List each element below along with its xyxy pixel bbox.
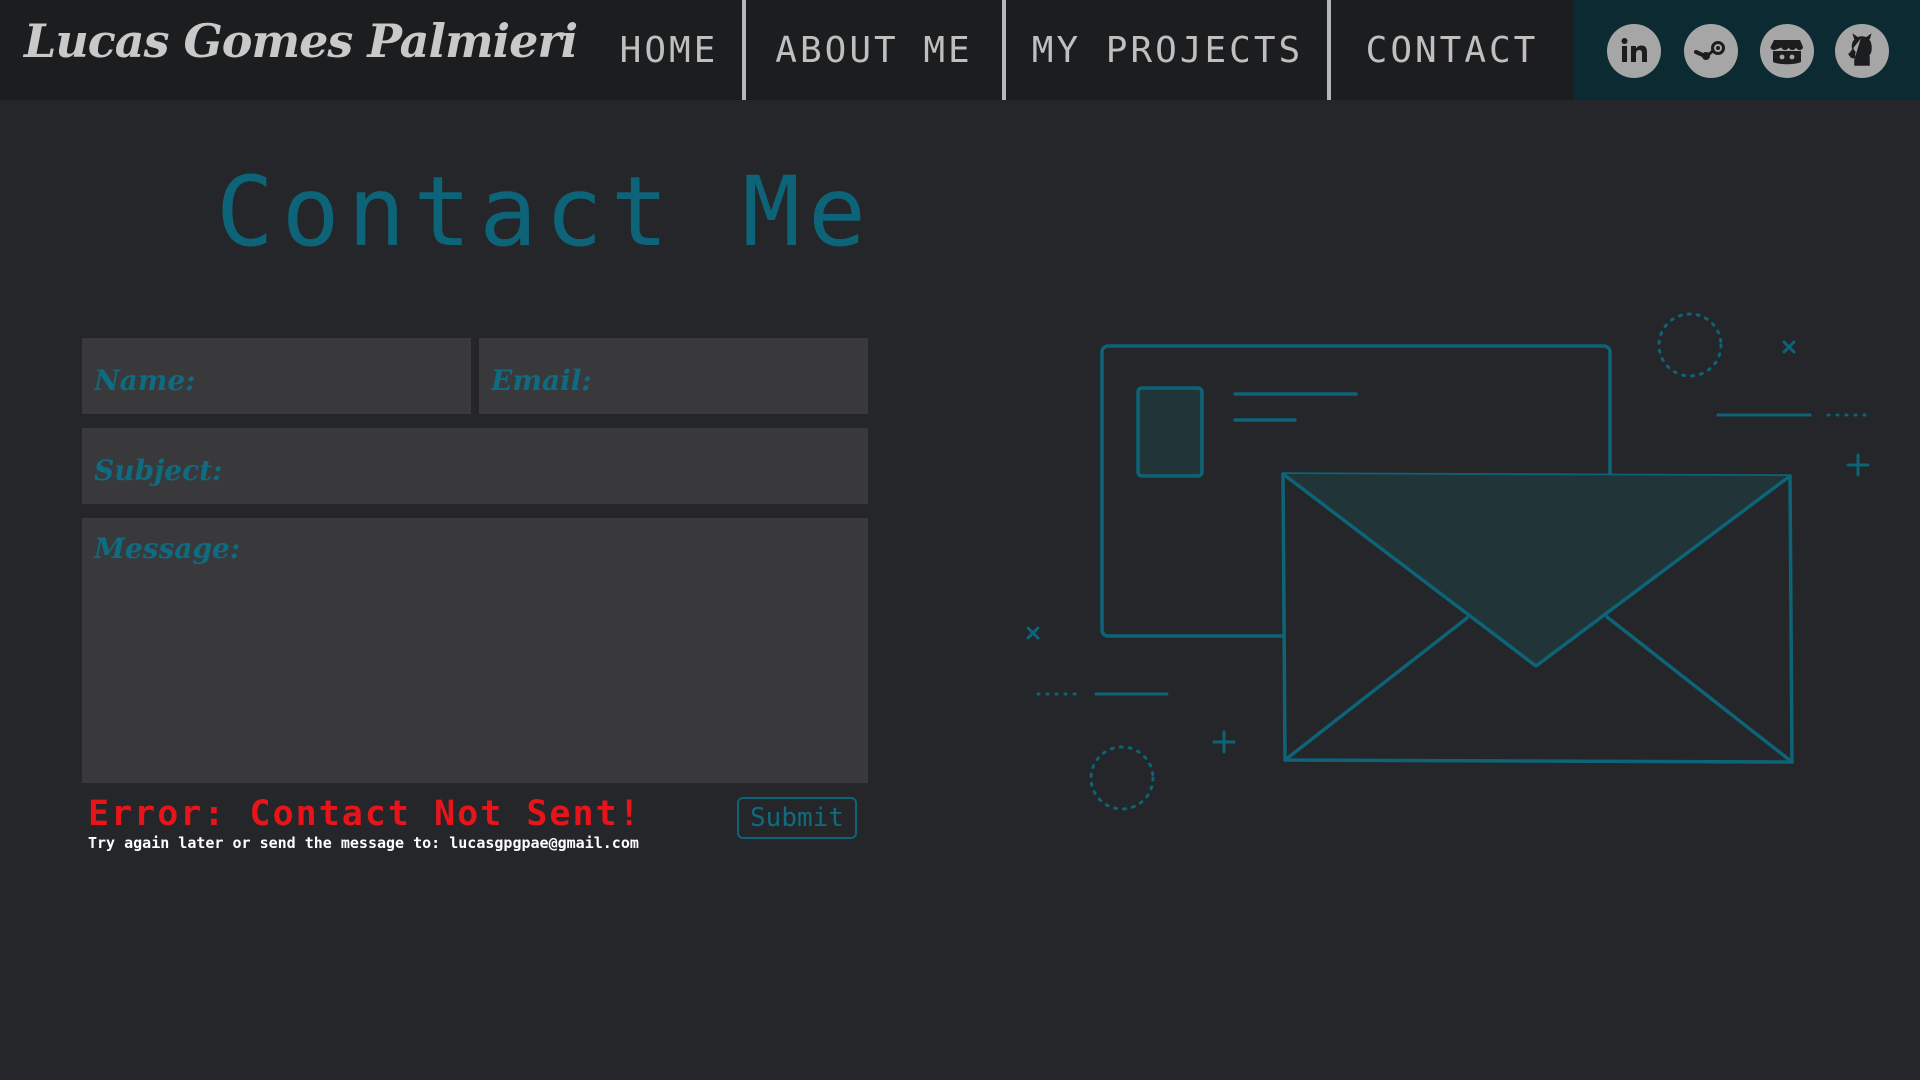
subject-field-box [82, 428, 868, 504]
stamp-shape [1136, 386, 1204, 478]
steam-icon[interactable] [1684, 24, 1738, 78]
submit-button[interactable]: Submit [737, 797, 857, 839]
dotted-circle-decoration [1089, 745, 1155, 811]
message-field-box [82, 518, 868, 783]
brand-logo[interactable]: Lucas Gomes Palmieri [24, 14, 578, 68]
name-field[interactable] [82, 338, 471, 414]
nav-my-projects[interactable]: MY PROJECTS [1005, 0, 1330, 100]
github-icon[interactable] [1835, 24, 1889, 78]
subject-field[interactable] [82, 428, 868, 504]
nav-contact[interactable]: CONTACT [1330, 0, 1574, 100]
error-message: Try again later or send the message to: … [88, 834, 639, 852]
dotted-circle-decoration [1657, 312, 1723, 378]
envelope-illustration [1026, 312, 1872, 811]
itchio-icon[interactable] [1760, 24, 1814, 78]
page-title: Contact Me [216, 156, 874, 268]
nav-home[interactable]: HOME [594, 0, 744, 100]
email-field-box [479, 338, 868, 414]
name-field-box [82, 338, 471, 414]
error-title: Error: Contact Not Sent! [88, 794, 642, 834]
linkedin-icon[interactable] [1607, 24, 1661, 78]
nav-about-me[interactable]: ABOUT ME [745, 0, 1003, 100]
header: Lucas Gomes Palmieri HOME ABOUT ME MY PR… [0, 0, 1920, 100]
message-field[interactable] [82, 518, 868, 783]
social-bar [1574, 0, 1920, 100]
email-field[interactable] [479, 338, 868, 414]
